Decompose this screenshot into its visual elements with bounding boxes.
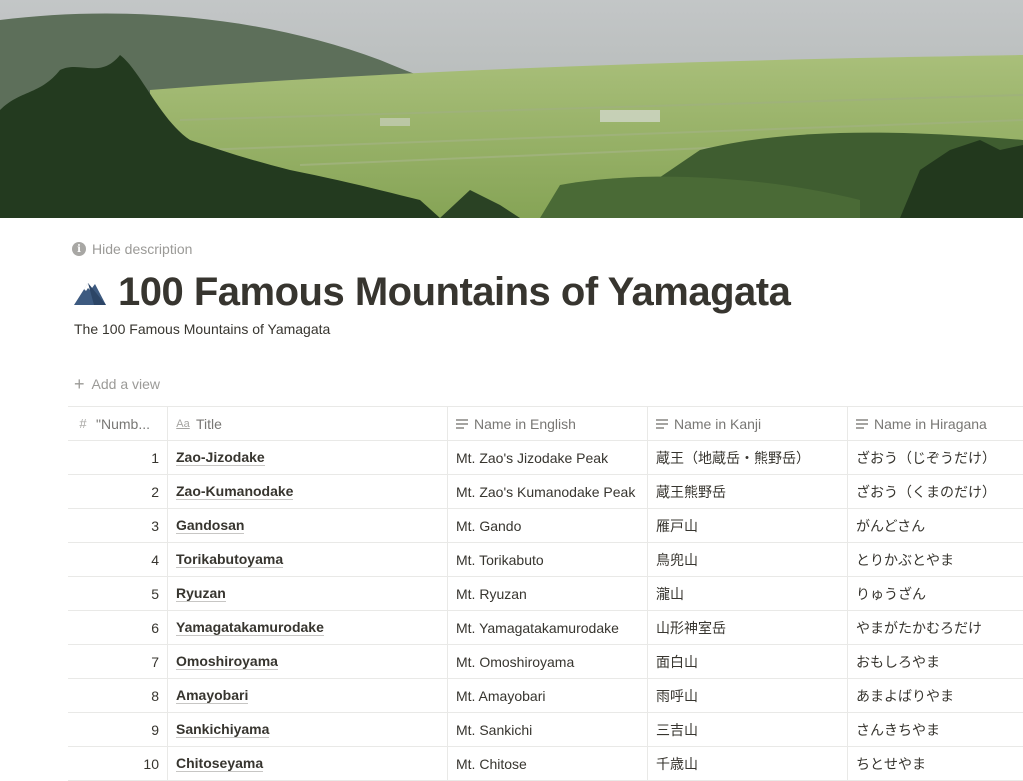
hiragana-cell[interactable]: あまよばりやま — [848, 679, 1023, 712]
number-cell[interactable]: 6 — [68, 611, 168, 644]
title-cell[interactable]: Zao-Jizodake — [168, 441, 448, 474]
number-cell[interactable]: 2 — [68, 475, 168, 508]
column-header-title[interactable]: Aa Title — [168, 407, 448, 440]
title-cell[interactable]: Zao-Kumanodake — [168, 475, 448, 508]
info-icon: i — [72, 242, 86, 256]
english-cell[interactable]: Mt. Gando — [448, 509, 648, 542]
add-view-button[interactable]: + Add a view — [74, 374, 160, 394]
table-row[interactable]: 6 Yamagatakamurodake Mt. Yamagatakamurod… — [68, 611, 1023, 645]
row-title-link[interactable]: Yamagatakamurodake — [176, 619, 324, 636]
hiragana-cell[interactable]: さんきちやま — [848, 713, 1023, 746]
hiragana-cell[interactable]: やまがたかむろだけ — [848, 611, 1023, 644]
number-cell[interactable]: 5 — [68, 577, 168, 610]
page-title-row: 100 Famous Mountains of Yamagata — [72, 268, 791, 316]
number-cell[interactable]: 3 — [68, 509, 168, 542]
number-cell[interactable]: 4 — [68, 543, 168, 576]
row-title-link[interactable]: Omoshiroyama — [176, 653, 278, 670]
kanji-cell[interactable]: 蔵王（地蔵岳・熊野岳） — [648, 441, 848, 474]
english-cell[interactable]: Mt. Zao's Kumanodake Peak — [448, 475, 648, 508]
english-cell[interactable]: Mt. Torikabuto — [448, 543, 648, 576]
table-row[interactable]: 8 Amayobari Mt. Amayobari 雨呼山 あまよばりやま — [68, 679, 1023, 713]
english-cell[interactable]: Mt. Ryuzan — [448, 577, 648, 610]
column-header-english[interactable]: Name in English — [448, 407, 648, 440]
title-cell[interactable]: Gandosan — [168, 509, 448, 542]
hide-description-button[interactable]: i Hide description — [72, 239, 192, 259]
table-row[interactable]: 7 Omoshiroyama Mt. Omoshiroyama 面白山 おもしろ… — [68, 645, 1023, 679]
database-table: # "Numb... Aa Title Name in English Name… — [68, 406, 1023, 781]
english-cell[interactable]: Mt. Chitose — [448, 747, 648, 780]
title-cell[interactable]: Yamagatakamurodake — [168, 611, 448, 644]
table-row[interactable]: 9 Sankichiyama Mt. Sankichi 三吉山 さんきちやま — [68, 713, 1023, 747]
kanji-cell[interactable]: 鳥兜山 — [648, 543, 848, 576]
hide-description-label: Hide description — [92, 241, 193, 257]
kanji-cell[interactable]: 千歳山 — [648, 747, 848, 780]
text-lines-icon — [656, 417, 668, 431]
english-cell[interactable]: Mt. Sankichi — [448, 713, 648, 746]
add-view-label: Add a view — [91, 376, 160, 392]
column-header-hiragana[interactable]: Name in Hiragana — [848, 407, 1023, 440]
row-title-link[interactable]: Sankichiyama — [176, 721, 270, 738]
number-icon: # — [79, 416, 87, 431]
column-header-kanji[interactable]: Name in Kanji — [648, 407, 848, 440]
hiragana-cell[interactable]: がんどさん — [848, 509, 1023, 542]
number-cell[interactable]: 1 — [68, 441, 168, 474]
page-title: 100 Famous Mountains of Yamagata — [118, 269, 791, 314]
kanji-cell[interactable]: 山形神室岳 — [648, 611, 848, 644]
number-cell[interactable]: 7 — [68, 645, 168, 678]
title-cell[interactable]: Ryuzan — [168, 577, 448, 610]
hiragana-cell[interactable]: とりかぶとやま — [848, 543, 1023, 576]
cover-landscape — [0, 0, 1023, 218]
title-aa-icon: Aa — [176, 417, 190, 430]
title-cell[interactable]: Chitoseyama — [168, 747, 448, 780]
title-cell[interactable]: Sankichiyama — [168, 713, 448, 746]
mountain-icon[interactable] — [72, 277, 108, 307]
number-cell[interactable]: 8 — [68, 679, 168, 712]
row-title-link[interactable]: Zao-Kumanodake — [176, 483, 294, 500]
row-title-link[interactable]: Chitoseyama — [176, 755, 264, 772]
cover-image[interactable] — [0, 0, 1023, 218]
kanji-cell[interactable]: 面白山 — [648, 645, 848, 678]
kanji-cell[interactable]: 雁戸山 — [648, 509, 848, 542]
text-lines-icon — [456, 417, 468, 431]
kanji-cell[interactable]: 蔵王熊野岳 — [648, 475, 848, 508]
page-description: The 100 Famous Mountains of Yamagata — [74, 321, 331, 337]
table-row[interactable]: 3 Gandosan Mt. Gando 雁戸山 がんどさん — [68, 509, 1023, 543]
english-cell[interactable]: Mt. Omoshiroyama — [448, 645, 648, 678]
kanji-cell[interactable]: 瀧山 — [648, 577, 848, 610]
row-title-link[interactable]: Ryuzan — [176, 585, 226, 602]
kanji-cell[interactable]: 雨呼山 — [648, 679, 848, 712]
column-header-number[interactable]: # "Numb... — [68, 407, 168, 440]
table-row[interactable]: 10 Chitoseyama Mt. Chitose 千歳山 ちとせやま — [68, 747, 1023, 781]
text-lines-icon — [856, 417, 868, 431]
title-cell[interactable]: Omoshiroyama — [168, 645, 448, 678]
table-header: # "Numb... Aa Title Name in English Name… — [68, 406, 1023, 441]
number-cell[interactable]: 9 — [68, 713, 168, 746]
table-row[interactable]: 1 Zao-Jizodake Mt. Zao's Jizodake Peak 蔵… — [68, 441, 1023, 475]
hiragana-cell[interactable]: りゅうざん — [848, 577, 1023, 610]
table-row[interactable]: 4 Torikabutoyama Mt. Torikabuto 鳥兜山 とりかぶ… — [68, 543, 1023, 577]
hiragana-cell[interactable]: おもしろやま — [848, 645, 1023, 678]
title-cell[interactable]: Torikabutoyama — [168, 543, 448, 576]
row-title-link[interactable]: Torikabutoyama — [176, 551, 284, 568]
table-row[interactable]: 2 Zao-Kumanodake Mt. Zao's Kumanodake Pe… — [68, 475, 1023, 509]
title-cell[interactable]: Amayobari — [168, 679, 448, 712]
kanji-cell[interactable]: 三吉山 — [648, 713, 848, 746]
hiragana-cell[interactable]: ざおう（くまのだけ） — [848, 475, 1023, 508]
plus-icon: + — [74, 374, 85, 394]
number-cell[interactable]: 10 — [68, 747, 168, 780]
english-cell[interactable]: Mt. Zao's Jizodake Peak — [448, 441, 648, 474]
row-title-link[interactable]: Amayobari — [176, 687, 249, 704]
hiragana-cell[interactable]: ざおう（じぞうだけ） — [848, 441, 1023, 474]
row-title-link[interactable]: Gandosan — [176, 517, 245, 534]
row-title-link[interactable]: Zao-Jizodake — [176, 449, 265, 466]
english-cell[interactable]: Mt. Amayobari — [448, 679, 648, 712]
hiragana-cell[interactable]: ちとせやま — [848, 747, 1023, 780]
table-row[interactable]: 5 Ryuzan Mt. Ryuzan 瀧山 りゅうざん — [68, 577, 1023, 611]
english-cell[interactable]: Mt. Yamagatakamurodake — [448, 611, 648, 644]
